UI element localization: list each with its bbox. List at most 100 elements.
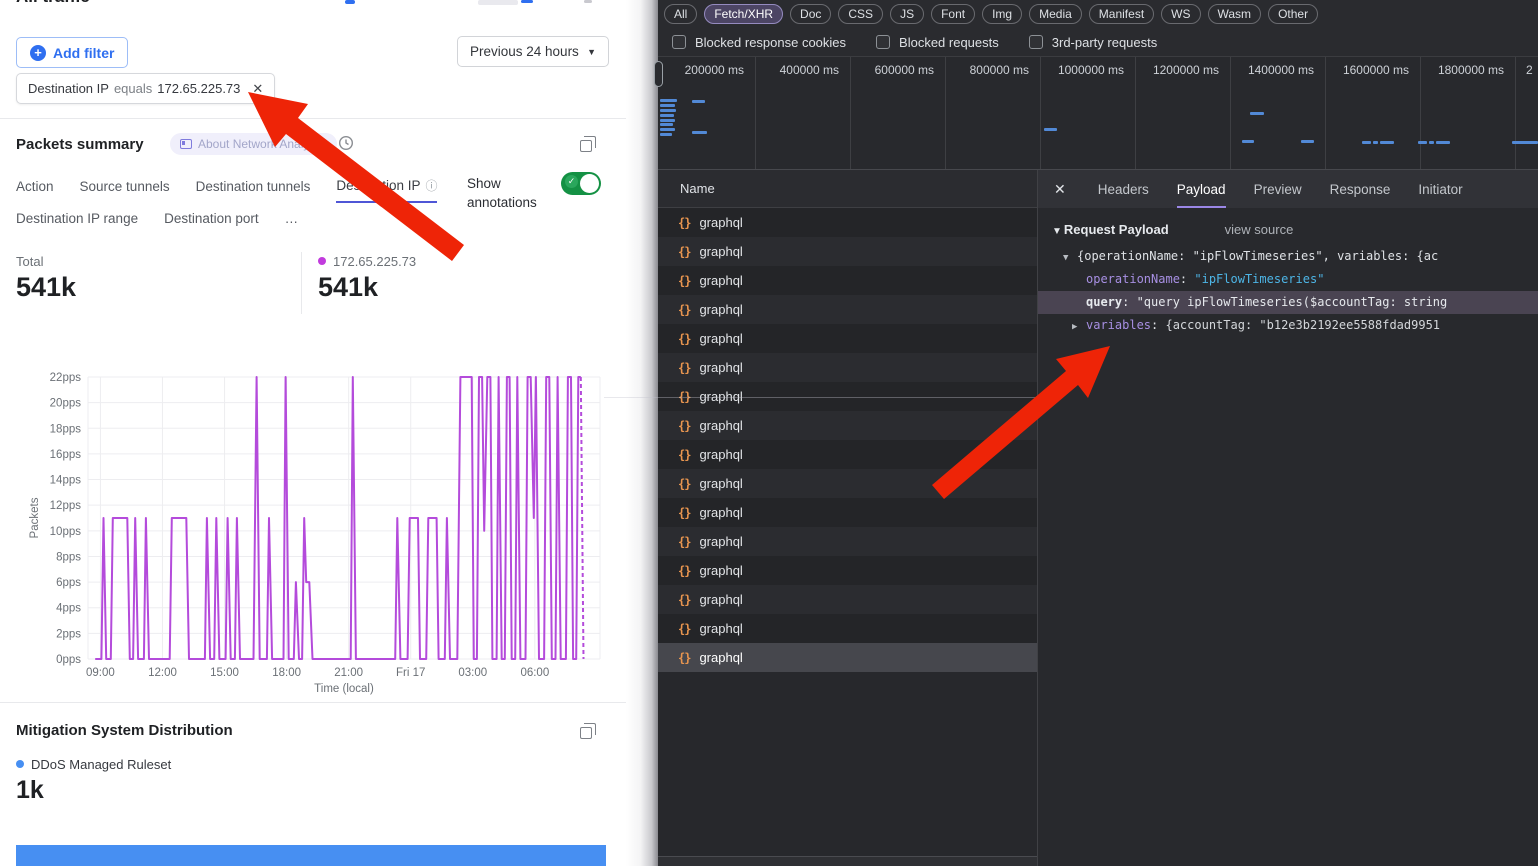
payload-query-line[interactable]: query: "query ipFlowTimeseries($accountT… — [1038, 291, 1538, 314]
detail-tab-bar: ✕ Headers Payload Preview Response Initiator — [1038, 170, 1538, 208]
detail-tab-response[interactable]: Response — [1330, 170, 1391, 208]
filter-pill-font[interactable]: Font — [931, 4, 975, 24]
checkbox[interactable] — [876, 35, 890, 49]
tab-label: … — [285, 211, 299, 226]
svg-text:22pps: 22pps — [50, 372, 82, 384]
time-range-dropdown[interactable]: Previous 24 hours ▼ — [457, 36, 609, 67]
screenshot-seam-artifact — [604, 397, 1037, 398]
request-name: graphql — [699, 273, 742, 288]
request-row[interactable]: {}graphql — [658, 498, 1037, 527]
filter-pill-manifest[interactable]: Manifest — [1089, 4, 1154, 24]
filter-chip[interactable]: Destination IP equals 172.65.225.73 ✕ — [16, 73, 275, 104]
request-row[interactable]: {}graphql — [658, 208, 1037, 237]
checkbox[interactable] — [1029, 35, 1043, 49]
timeline-label: 600000 ms — [851, 57, 946, 170]
triangle-down-icon[interactable]: ▼ — [1063, 247, 1077, 268]
request-row[interactable]: {}graphql — [658, 353, 1037, 382]
show-annotations-label: Show annotations — [467, 174, 559, 212]
filter-operator: equals — [114, 81, 152, 96]
payload-preview-line[interactable]: ▼{operationName: "ipFlowTimeseries", var… — [1038, 245, 1538, 268]
stat-destination-ip: 172.65.225.73541k — [318, 254, 416, 303]
remove-filter-icon[interactable]: ✕ — [252, 81, 263, 97]
time-range-label: Previous 24 hours — [470, 44, 579, 59]
network-overview-timeline[interactable]: 200000 ms400000 ms600000 ms800000 ms1000… — [658, 57, 1538, 170]
legend-dot — [318, 257, 326, 265]
packets-tabs-row-1: Action Source tunnels Destination tunnels D… — [16, 177, 437, 203]
request-row[interactable]: {}graphql — [658, 266, 1037, 295]
payload-value: "query ipFlowTimeseries($accountTag: str… — [1137, 295, 1448, 309]
svg-text:18pps: 18pps — [50, 423, 82, 435]
mitigation-value: 1k — [16, 776, 44, 805]
filter-pill-all[interactable]: All — [664, 4, 697, 24]
tab-destination-ip[interactable]: Destination IPⓘ — [336, 177, 437, 203]
tab-action[interactable]: Action — [16, 177, 54, 203]
json-icon: {} — [678, 245, 690, 259]
checkbox[interactable] — [672, 35, 686, 49]
filter-pill-js[interactable]: JS — [890, 4, 924, 24]
overview-handle[interactable] — [654, 61, 663, 87]
payload-key: variables — [1086, 318, 1151, 332]
checkbox-item: Blocked requests — [876, 35, 999, 50]
add-filter-button[interactable]: + Add filter — [16, 37, 128, 68]
timeline-label: 400000 ms — [756, 57, 851, 170]
request-name: graphql — [699, 418, 742, 433]
detail-tab-preview[interactable]: Preview — [1254, 170, 1302, 208]
checkbox-item: Blocked response cookies — [672, 35, 846, 50]
name-header-label: Name — [680, 181, 715, 196]
clock-icon — [338, 135, 354, 151]
filter-pill-wasm[interactable]: Wasm — [1208, 4, 1262, 24]
timeline-label: 1800000 ms — [1421, 57, 1516, 170]
name-column-header[interactable]: Name — [658, 170, 1037, 208]
filter-pill-fetch-xhr[interactable]: Fetch/XHR — [704, 4, 783, 24]
filter-pill-doc[interactable]: Doc — [790, 4, 831, 24]
request-row[interactable]: {}graphql — [658, 324, 1037, 353]
payload-variables-line[interactable]: ▶variables: {accountTag: "b12e3b2192ee55… — [1038, 314, 1538, 337]
request-row[interactable]: {}graphql — [658, 527, 1037, 556]
filter-pill-media[interactable]: Media — [1029, 4, 1082, 24]
tab-destination-port[interactable]: Destination port — [164, 211, 259, 233]
filter-pill-img[interactable]: Img — [982, 4, 1022, 24]
request-row[interactable]: {}graphql — [658, 614, 1037, 643]
tab-destination-tunnels[interactable]: Destination tunnels — [196, 177, 311, 203]
tab-label: Action — [16, 179, 54, 194]
close-icon[interactable]: ✕ — [1054, 170, 1066, 208]
filter-pill-other[interactable]: Other — [1268, 4, 1318, 24]
about-network-analytics-badge[interactable]: About Network Analytics — [170, 133, 337, 155]
stat-value: 541k — [16, 272, 76, 303]
filter-pill-ws[interactable]: WS — [1161, 4, 1200, 24]
request-row[interactable]: {}graphql — [658, 469, 1037, 498]
request-row[interactable]: {}graphql — [658, 411, 1037, 440]
page-title: All traffic — [16, 0, 236, 9]
request-row[interactable]: {}graphql — [658, 643, 1037, 672]
tab-source-tunnels[interactable]: Source tunnels — [80, 177, 170, 203]
triangle-right-icon[interactable]: ▶ — [1072, 316, 1086, 337]
request-name: graphql — [699, 360, 742, 375]
panel-gutter — [626, 0, 658, 866]
request-payload-header[interactable]: ▼Request Payload — [1052, 222, 1169, 237]
view-source-link[interactable]: view source — [1225, 222, 1294, 237]
legend-dot — [16, 760, 24, 768]
detail-tab-headers[interactable]: Headers — [1098, 170, 1149, 208]
show-annotations-toggle[interactable]: ✓ — [561, 172, 601, 195]
table-footer-bar — [658, 856, 1037, 866]
payload-key: query — [1086, 295, 1122, 309]
request-row[interactable]: {}graphql — [658, 237, 1037, 266]
tab-destination-ip-range[interactable]: Destination IP range — [16, 211, 138, 233]
chevron-down-icon: ▼ — [587, 47, 596, 57]
json-icon: {} — [678, 651, 690, 665]
expand-card-icon[interactable] — [580, 727, 592, 739]
expand-card-icon[interactable] — [580, 140, 592, 152]
check-icon: ✓ — [565, 175, 578, 188]
request-row[interactable]: {}graphql — [658, 440, 1037, 469]
request-row[interactable]: {}graphql — [658, 295, 1037, 324]
detail-tab-initiator[interactable]: Initiator — [1418, 170, 1462, 208]
stat-label: Total — [16, 254, 76, 269]
timeline-label: 2 — [1516, 57, 1538, 170]
detail-tab-payload[interactable]: Payload — [1177, 170, 1226, 208]
tab--[interactable]: … — [285, 211, 299, 233]
request-row[interactable]: {}graphql — [658, 556, 1037, 585]
request-row[interactable]: {}graphql — [658, 585, 1037, 614]
json-icon: {} — [678, 477, 690, 491]
filter-pill-css[interactable]: CSS — [838, 4, 883, 24]
svg-text:21:00: 21:00 — [334, 667, 363, 679]
